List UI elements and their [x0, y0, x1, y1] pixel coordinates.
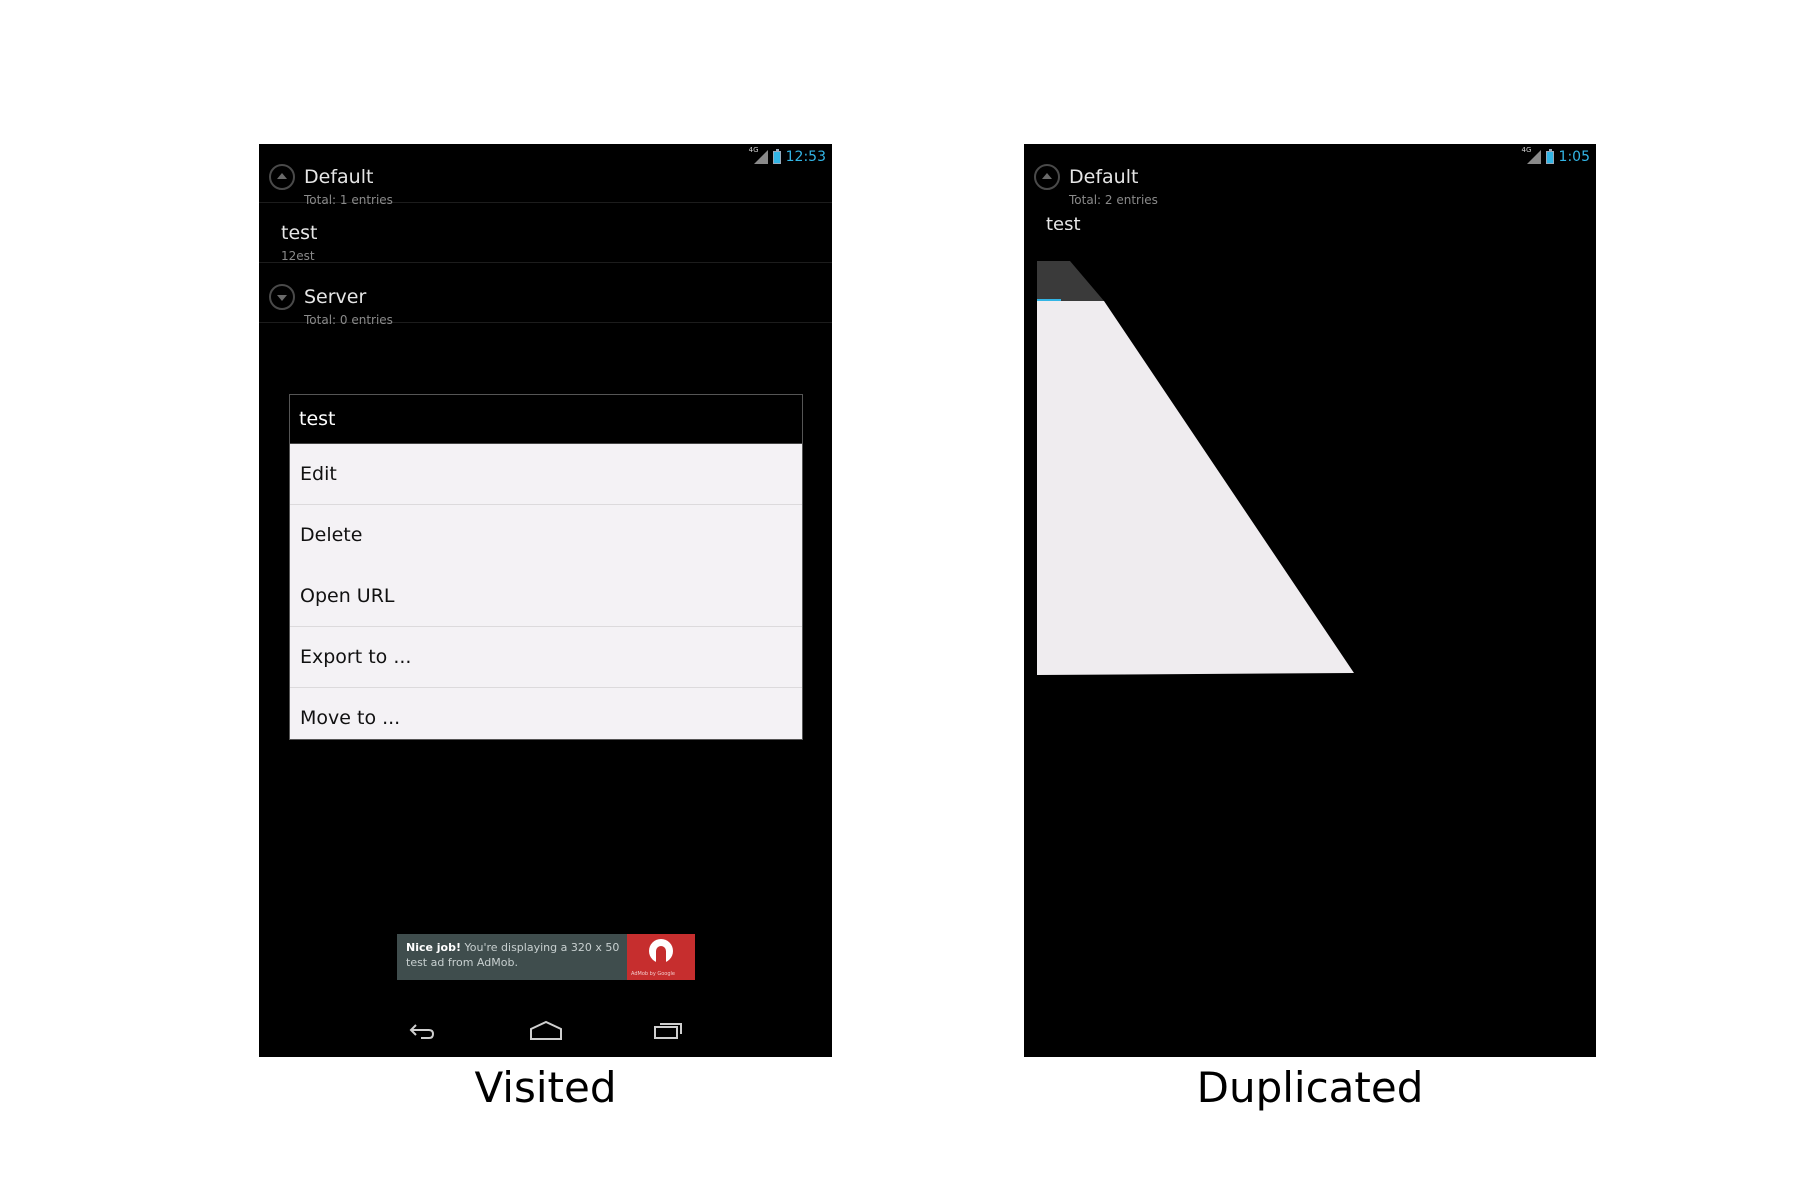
rendering-glitch [1037, 261, 1354, 675]
context-menu-title: test [290, 395, 802, 444]
ad-text: Nice job! You're displaying a 320 x 50 t… [406, 940, 626, 970]
menu-item-delete[interactable]: Delete [290, 505, 802, 566]
menu-item-export[interactable]: Export to ... [290, 627, 802, 688]
glitch-light-shape [1037, 301, 1354, 675]
group-row-server[interactable]: Server Total: 0 entries [259, 264, 832, 327]
entry-title: test [281, 222, 318, 244]
entry-subtitle: 12est [281, 249, 315, 263]
menu-item-edit[interactable]: Edit [290, 444, 802, 505]
back-icon[interactable] [409, 1019, 435, 1041]
ad-banner[interactable]: Nice job! You're displaying a 320 x 50 t… [397, 934, 695, 980]
context-menu: test Edit Delete Open URL Export to ... … [289, 394, 803, 740]
entry-row-test[interactable]: test 12est [259, 204, 832, 263]
ad-bold-text: Nice job! [406, 941, 462, 954]
menu-item-move[interactable]: Move to ... [290, 688, 802, 748]
group-title: Default [304, 166, 374, 188]
group-title: Server [304, 286, 367, 308]
expand-icon[interactable] [269, 284, 295, 310]
home-icon[interactable] [529, 1019, 563, 1041]
menu-item-open-url[interactable]: Open URL [290, 566, 802, 627]
caption-duplicated: Duplicated [1196, 1063, 1424, 1112]
caption-visited: Visited [474, 1063, 617, 1112]
nav-bar [259, 1009, 832, 1057]
recent-apps-icon[interactable] [653, 1019, 683, 1041]
group-row-default[interactable]: Default Total: 1 entries [259, 144, 832, 207]
admob-logo-icon [649, 939, 673, 963]
visited-screen: 4G 12:53 Default Total: 1 entries test 1… [259, 144, 832, 1057]
duplicated-screen: 4G 1:05 Default Total: 2 entries test [1024, 144, 1596, 1057]
glitch-dark-sliver [1037, 261, 1104, 301]
group-subtitle: Total: 0 entries [304, 313, 393, 327]
ad-logo-text: AdMob by Google [631, 971, 675, 977]
admob-logo: AdMob by Google [627, 934, 695, 980]
collapse-icon[interactable] [269, 164, 295, 190]
